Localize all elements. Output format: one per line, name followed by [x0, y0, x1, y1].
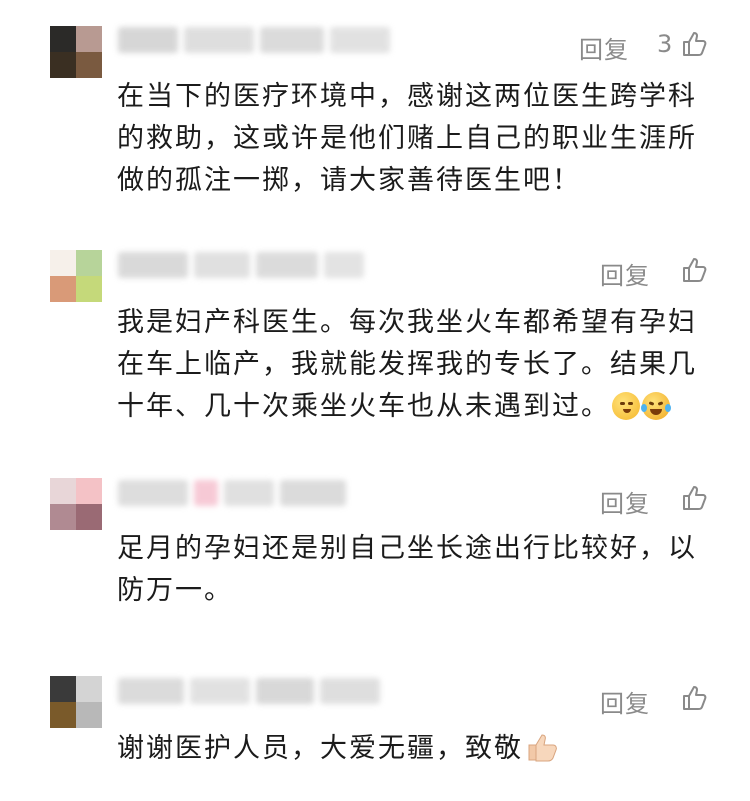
reply-button[interactable]: 回复: [600, 484, 650, 519]
thumbs-up-icon[interactable]: [681, 484, 709, 512]
comment-line: 我是妇产科医生。每次我坐火车都希望有孕妇: [117, 307, 697, 338]
username-blurred[interactable]: [118, 252, 370, 286]
avatar[interactable]: [50, 478, 102, 530]
thumbs-up-emoji: [528, 734, 557, 762]
comment-line: 防万一。: [117, 575, 233, 606]
comment-line: 十年、几十次乘坐火车也从未遇到过。: [117, 391, 610, 422]
reply-button[interactable]: 回复: [600, 256, 650, 291]
comment-line: 做的孤注一掷，请大家善待医生吧！: [117, 165, 581, 196]
comment-text: 谢谢医护人员，大爱无疆，致敬: [117, 728, 717, 770]
comment-line: 在当下的医疗环境中，感谢这两位医生跨学科: [117, 81, 697, 112]
comments-page: { "comments": [ { "reply_label": "回复", "…: [0, 0, 750, 801]
comment-text: 我是妇产科医生。每次我坐火车都希望有孕妇 在车上临产，我就能发挥我的专长了。结果…: [117, 302, 717, 428]
reply-button[interactable]: 回复: [579, 30, 629, 65]
avatar[interactable]: [50, 26, 102, 78]
avatar[interactable]: [50, 676, 102, 728]
username-blurred[interactable]: [118, 480, 352, 514]
comment-line: 在车上临产，我就能发挥我的专长了。结果几: [117, 349, 697, 380]
comment-line: 足月的孕妇还是别自己坐长途出行比较好，以: [117, 533, 697, 564]
username-blurred[interactable]: [118, 27, 396, 61]
username-blurred[interactable]: [118, 678, 386, 712]
like-count: 3: [657, 30, 673, 58]
thinking-face-emoji: [612, 392, 640, 420]
comment-line: 的救助，这或许是他们赌上自己的职业生涯所: [117, 123, 697, 154]
crying-laughing-emoji: [641, 392, 671, 420]
thumbs-up-icon[interactable]: [681, 256, 709, 284]
reply-button[interactable]: 回复: [600, 684, 650, 719]
comment-text: 在当下的医疗环境中，感谢这两位医生跨学科 的救助，这或许是他们赌上自己的职业生涯…: [117, 76, 717, 202]
comment-line: 谢谢医护人员，大爱无疆，致敬: [117, 733, 523, 764]
thumbs-up-icon[interactable]: [681, 684, 709, 712]
thumbs-up-icon[interactable]: [681, 30, 709, 58]
comment-text: 足月的孕妇还是别自己坐长途出行比较好，以 防万一。: [117, 528, 717, 612]
avatar[interactable]: [50, 250, 102, 302]
